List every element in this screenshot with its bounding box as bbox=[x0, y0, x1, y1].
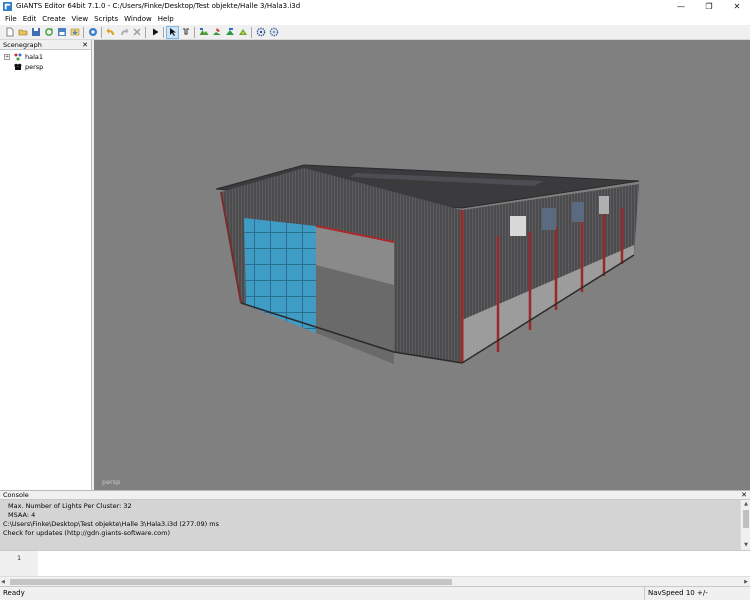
side-window bbox=[510, 216, 526, 236]
scroll-down-icon[interactable]: ▼ bbox=[741, 541, 750, 550]
console-close-button[interactable]: ✕ bbox=[741, 491, 747, 500]
line-number-gutter: 1 bbox=[0, 551, 38, 577]
scenegraph-close-button[interactable]: ✕ bbox=[82, 40, 88, 50]
import-icon[interactable] bbox=[69, 27, 80, 38]
terrain-tool-icon[interactable] bbox=[198, 27, 209, 38]
toolbar-separator bbox=[163, 26, 164, 38]
toolbar-separator bbox=[194, 26, 195, 38]
line-number: 1 bbox=[17, 554, 22, 562]
status-text: Ready bbox=[3, 589, 25, 597]
delete-icon[interactable] bbox=[131, 27, 142, 38]
undo-icon[interactable] bbox=[105, 27, 116, 38]
console-line: C:\Users\Finke\Desktop\Test objekte\Hall… bbox=[3, 520, 219, 528]
new-file-icon[interactable] bbox=[4, 27, 15, 38]
options-icon[interactable] bbox=[268, 27, 279, 38]
title-bar: GIANTS Editor 64bit 7.1.0 - C:/Users/Fin… bbox=[0, 0, 750, 13]
side-window bbox=[599, 196, 609, 214]
settings-icon[interactable] bbox=[255, 27, 266, 38]
menu-view[interactable]: View bbox=[70, 13, 93, 25]
save-icon[interactable] bbox=[30, 27, 41, 38]
console-output: Max. Number of Lights Per Cluster: 32 MS… bbox=[0, 500, 740, 550]
3d-viewport[interactable]: persp bbox=[94, 40, 750, 490]
move-tool-icon[interactable] bbox=[180, 27, 191, 38]
foliage-tool-icon[interactable] bbox=[224, 27, 235, 38]
decal-tool-icon[interactable] bbox=[237, 27, 248, 38]
paint-tool-icon[interactable] bbox=[211, 27, 222, 38]
menu-edit[interactable]: Edit bbox=[21, 13, 41, 25]
open-file-icon[interactable] bbox=[17, 27, 28, 38]
tree-node-label: hala1 bbox=[25, 53, 44, 61]
tree-node-persp[interactable]: persp bbox=[0, 62, 91, 72]
refresh-icon[interactable] bbox=[43, 27, 54, 38]
minimize-button[interactable]: — bbox=[666, 0, 696, 13]
tree-node-hala1[interactable]: + hala1 bbox=[0, 52, 91, 62]
menu-help[interactable]: Help bbox=[156, 13, 178, 25]
status-bar: Ready NavSpeed 10 +/- bbox=[0, 586, 750, 600]
toolbar-separator bbox=[251, 26, 252, 38]
menu-scripts[interactable]: Scripts bbox=[92, 13, 122, 25]
menu-bar: File Edit Create View Scripts Window Hel… bbox=[0, 13, 750, 25]
window-title: GIANTS Editor 64bit 7.1.0 - C:/Users/Fin… bbox=[16, 2, 301, 10]
close-button[interactable]: ✕ bbox=[722, 0, 750, 13]
toolbar bbox=[0, 25, 750, 40]
save-as-icon[interactable] bbox=[56, 27, 67, 38]
console-scrollbar[interactable]: ▲ ▼ bbox=[740, 500, 750, 550]
camera-icon bbox=[14, 63, 22, 70]
menu-window[interactable]: Window bbox=[122, 13, 156, 25]
transform-group-icon bbox=[14, 53, 22, 61]
console-line: Check for updates (http://gdn.giants-sof… bbox=[3, 529, 171, 537]
nav-speed: NavSpeed 10 +/- bbox=[644, 587, 708, 600]
scroll-up-icon[interactable]: ▲ bbox=[741, 500, 750, 509]
scenegraph-panel: Scenegraph ✕ + hala1 persp bbox=[0, 40, 92, 490]
horizontal-scrollbar[interactable]: ◀ ▶ bbox=[0, 576, 750, 586]
toolbar-separator bbox=[83, 26, 84, 38]
scenegraph-header: Scenegraph ✕ bbox=[0, 40, 91, 50]
toolbar-separator bbox=[145, 26, 146, 38]
side-window bbox=[572, 202, 584, 222]
console-title: Console bbox=[3, 491, 29, 499]
scroll-thumb[interactable] bbox=[10, 579, 452, 585]
expand-toggle[interactable]: + bbox=[4, 54, 10, 60]
hall-model bbox=[215, 164, 640, 364]
help-icon[interactable] bbox=[87, 27, 98, 38]
select-tool-icon[interactable] bbox=[166, 25, 179, 39]
console-line: MSAA: 4 bbox=[8, 511, 36, 519]
console-header: Console ✕ bbox=[0, 490, 750, 500]
menu-file[interactable]: File bbox=[3, 13, 21, 25]
maximize-button[interactable]: ❐ bbox=[694, 0, 724, 13]
side-window bbox=[542, 208, 556, 230]
camera-label: persp bbox=[102, 478, 121, 486]
play-icon[interactable] bbox=[149, 27, 160, 38]
tree-node-label: persp bbox=[25, 63, 44, 71]
menu-create[interactable]: Create bbox=[40, 13, 69, 25]
toolbar-separator bbox=[101, 26, 102, 38]
console-line: Max. Number of Lights Per Cluster: 32 bbox=[8, 502, 132, 510]
scroll-thumb[interactable] bbox=[743, 510, 749, 528]
script-editor[interactable]: 1 bbox=[0, 550, 750, 577]
scenegraph-title: Scenegraph bbox=[3, 41, 42, 49]
redo-icon[interactable] bbox=[118, 27, 129, 38]
app-logo-icon bbox=[3, 2, 12, 11]
